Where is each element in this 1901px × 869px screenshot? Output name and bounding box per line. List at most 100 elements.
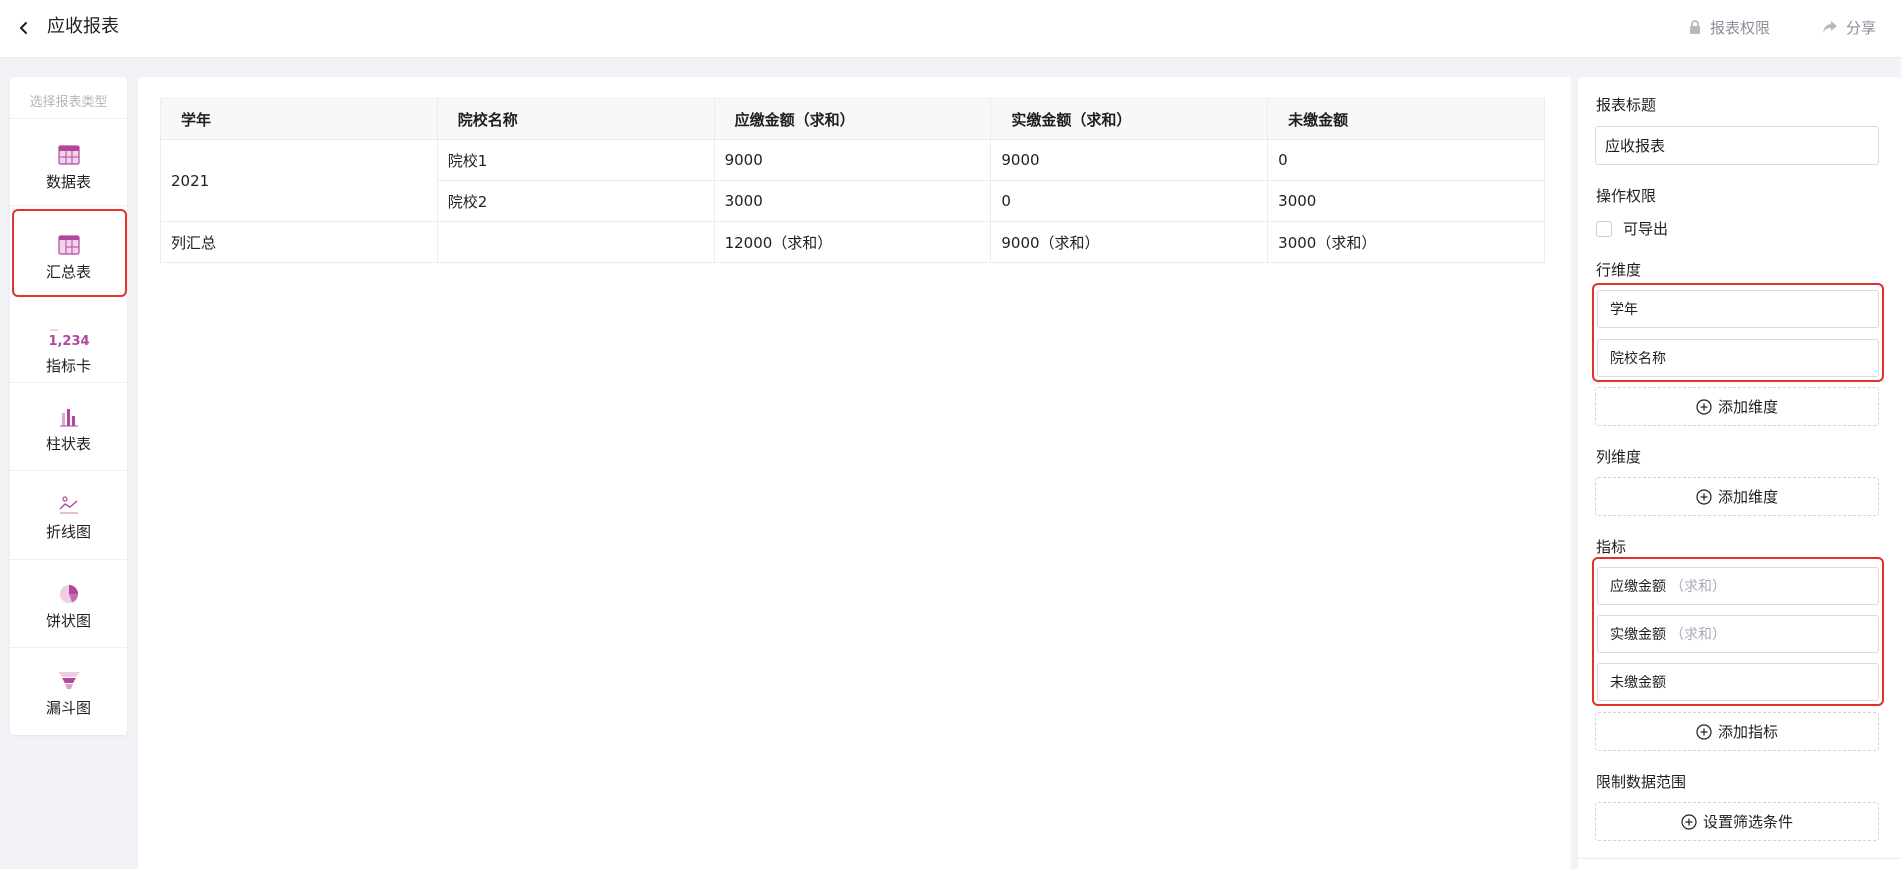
row-dimension-label: 行维度 (1596, 261, 1642, 279)
line-chart-icon (59, 496, 78, 514)
divider (10, 647, 127, 648)
table-cell-total-label: 列汇总 (160, 221, 438, 263)
report-title-label: 报表标题 (1596, 96, 1657, 114)
report-permission-button[interactable]: 报表权限 (1688, 15, 1770, 39)
table-cell-unpaid: 3000 (1267, 180, 1545, 222)
report-type-funnel-chart[interactable]: 漏斗图 (10, 671, 127, 718)
plus-circle-icon (1696, 488, 1712, 505)
metric-card-icon: 1,234 (48, 329, 89, 349)
back-button[interactable] (12, 16, 36, 40)
column-header-unpaid-amount[interactable]: 未缴金额 (1267, 98, 1545, 140)
table-cell-school: 院校2 (436, 180, 715, 222)
export-checkbox-row[interactable]: 可导出 (1596, 218, 1668, 239)
row-dimension-name: 院校名称 (1610, 351, 1666, 367)
metric-name: 实缴金额 (1610, 627, 1666, 643)
row-dimension-item[interactable]: 学年 (1597, 290, 1879, 328)
report-type-summary-table[interactable]: 汇总表 (10, 235, 127, 282)
table-cell-paid: 0 (990, 180, 1269, 222)
bar-chart-icon (59, 409, 78, 427)
table-cell-due: 3000 (713, 180, 992, 222)
report-type-line-chart[interactable]: 折线图 (10, 495, 127, 542)
divider (10, 470, 127, 471)
page-title: 应收报表 (47, 16, 119, 37)
chevron-left-icon (20, 22, 27, 34)
pie-chart-icon (59, 585, 78, 603)
summary-table-icon (57, 235, 80, 255)
share-icon (1823, 21, 1837, 33)
table-cell-unpaid: 0 (1267, 139, 1545, 181)
report-preview-panel: 学年 院校名称 应缴金额（求和） 实缴金额（求和） 未缴金额 2021 院校1 … (138, 77, 1571, 869)
data-range-label: 限制数据范围 (1596, 773, 1687, 791)
plus-circle-icon (1696, 398, 1712, 415)
table-cell-total-unpaid: 3000（求和） (1267, 221, 1545, 263)
lock-icon (1690, 20, 1700, 34)
metric-item[interactable]: 实缴金额 （求和） (1597, 615, 1879, 653)
table-cell-paid: 9000 (990, 139, 1269, 181)
table-cell-total-paid: 9000（求和） (990, 221, 1269, 263)
row-dimension-item[interactable]: 院校名称 (1597, 339, 1879, 377)
report-type-panel: 选择报表类型 数据表 汇总表 1,234 指标卡 柱状表 折线图 饼状图 漏斗图 (10, 77, 127, 735)
summary-table: 学年 院校名称 应缴金额（求和） 实缴金额（求和） 未缴金额 2021 院校1 … (160, 98, 1545, 263)
metric-item[interactable]: 应缴金额 （求和） (1597, 567, 1879, 605)
add-metric-label: 添加指标 (1717, 723, 1778, 741)
metric-aggregation: （求和） (1670, 627, 1726, 643)
column-header-due-amount[interactable]: 应缴金额（求和） (713, 98, 992, 140)
column-header-paid-amount[interactable]: 实缴金额（求和） (990, 98, 1269, 140)
set-filter-label: 设置筛选条件 (1702, 813, 1793, 831)
divider (10, 118, 127, 119)
add-column-dimension-button[interactable]: 添加维度 (1595, 477, 1879, 516)
report-type-label: 汇总表 (45, 263, 91, 281)
metric-name: 未缴金额 (1610, 675, 1666, 691)
export-checkbox[interactable] (1596, 220, 1612, 237)
funnel-chart-icon (57, 672, 80, 689)
report-type-label: 柱状表 (45, 435, 91, 453)
metric-label: 指标 (1596, 538, 1627, 556)
report-type-bar-chart[interactable]: 柱状表 (10, 407, 127, 454)
metric-aggregation: （求和） (1670, 579, 1726, 595)
metric-item[interactable]: 未缴金额 (1597, 663, 1879, 701)
table-cell-due: 9000 (713, 139, 992, 181)
report-type-pie-chart[interactable]: 饼状图 (10, 584, 127, 631)
row-dimension-name: 学年 (1610, 302, 1638, 318)
table-grid-icon (57, 145, 80, 165)
report-type-data-table[interactable]: 数据表 (10, 145, 127, 192)
table-cell-total-due: 12000（求和） (713, 221, 992, 263)
metric-name: 应缴金额 (1610, 579, 1666, 595)
divider (10, 559, 127, 560)
divider (1578, 858, 1901, 859)
add-row-dimension-button[interactable]: 添加维度 (1595, 387, 1879, 426)
report-permission-label: 报表权限 (1710, 18, 1771, 37)
report-config-panel: 报表标题 操作权限 可导出 行维度 学年 院校名称 添加维度 列维度 添加维度 … (1578, 77, 1901, 869)
add-metric-button[interactable]: 添加指标 (1595, 712, 1879, 751)
divider (10, 382, 127, 383)
plus-circle-icon (1681, 813, 1697, 830)
report-type-title: 选择报表类型 (29, 95, 108, 110)
table-header-row: 学年 院校名称 应缴金额（求和） 实缴金额（求和） 未缴金额 (160, 98, 1545, 140)
column-header-year[interactable]: 学年 (160, 98, 438, 140)
add-dimension-label: 添加维度 (1717, 398, 1778, 416)
plus-circle-icon (1696, 723, 1712, 740)
column-header-school[interactable]: 院校名称 (436, 98, 715, 140)
report-type-metric-card[interactable]: 1,234 指标卡 (10, 327, 127, 376)
add-dimension-label: 添加维度 (1717, 488, 1778, 506)
table-cell-school: 院校1 (436, 139, 715, 181)
report-type-label: 数据表 (45, 173, 91, 191)
table-total-row: 列汇总 12000（求和） 9000（求和） 3000（求和） (160, 221, 1545, 263)
report-type-label: 饼状图 (45, 612, 91, 630)
share-button[interactable]: 分享 (1822, 15, 1876, 39)
report-title-input[interactable] (1595, 126, 1879, 165)
table-cell-year: 2021 (160, 139, 438, 222)
operation-permission-label: 操作权限 (1596, 187, 1657, 205)
table-row: 2021 院校1 9000 9000 0 (160, 139, 1545, 222)
divider (10, 205, 127, 206)
report-type-label: 漏斗图 (45, 699, 91, 717)
top-header: 应收报表 报表权限 分享 (0, 0, 1901, 58)
report-type-label: 指标卡 (45, 357, 91, 375)
table-cell-total-school (436, 221, 715, 263)
set-filter-button[interactable]: 设置筛选条件 (1595, 802, 1879, 841)
column-dimension-label: 列维度 (1596, 448, 1642, 466)
report-type-label: 折线图 (45, 523, 91, 541)
export-label: 可导出 (1623, 220, 1669, 238)
share-label: 分享 (1846, 18, 1877, 37)
svg-text:1,234: 1,234 (48, 334, 89, 349)
